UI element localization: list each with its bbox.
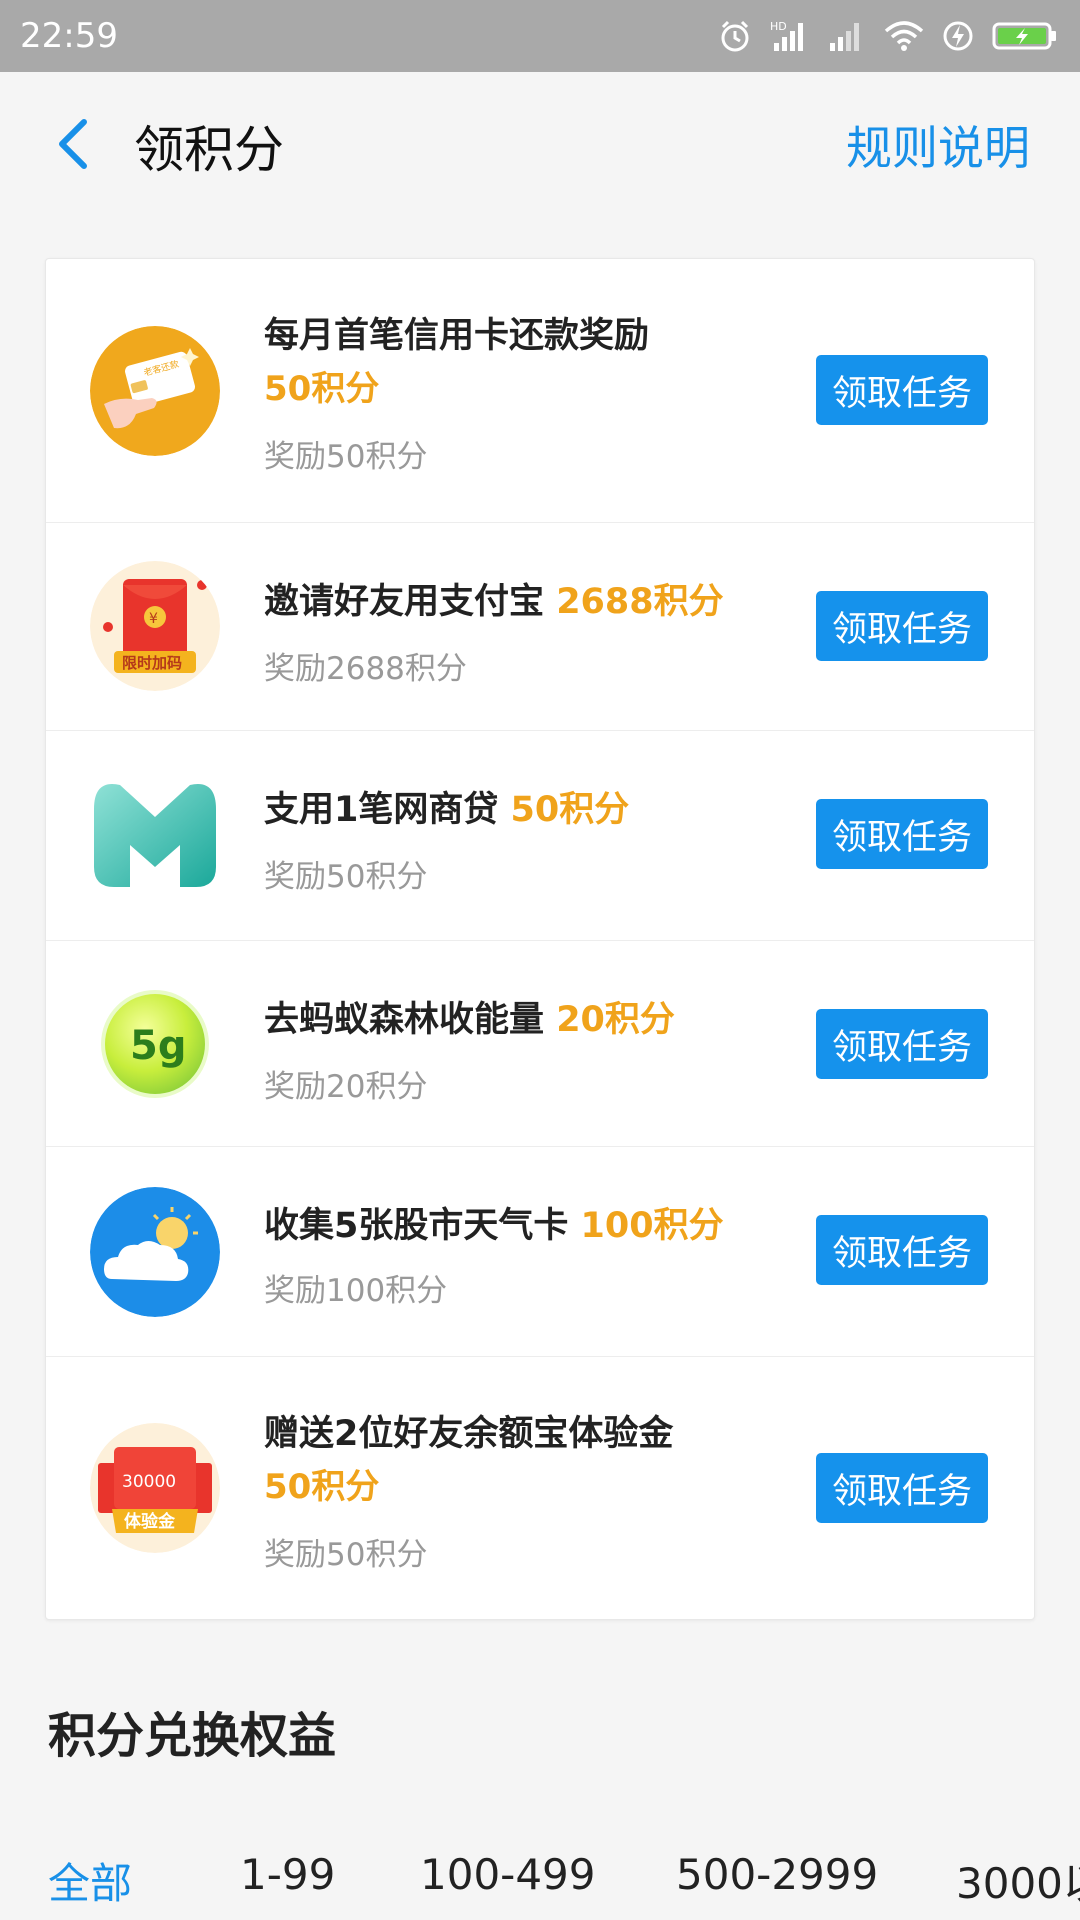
task-points: 20积分 xyxy=(556,1000,675,1040)
task-title-text: 邀请好友用支付宝 xyxy=(264,582,545,622)
credit-card-icon: 老客还款 xyxy=(90,326,220,456)
mybank-logo-icon xyxy=(90,771,220,901)
back-button[interactable] xyxy=(44,116,100,172)
task-row: ¥ 限时加码 邀请好友用支付宝 2688积分 奖励2688积分 领取任务 xyxy=(46,523,1034,731)
page-title: 领积分 xyxy=(134,121,284,179)
task-title: 去蚂蚁森林收能量 20积分 xyxy=(264,991,675,1042)
claim-task-button[interactable]: 领取任务 xyxy=(816,355,988,425)
charging-bolt-icon xyxy=(943,21,973,51)
status-bar: 22:59 HD xyxy=(0,0,1080,72)
status-time: 22:59 xyxy=(20,16,118,56)
task-points: 100积分 xyxy=(580,1206,724,1246)
tab-100-499[interactable]: 100-499 xyxy=(420,1850,596,1899)
task-title-text: 收集5张股市天气卡 xyxy=(264,1206,569,1246)
task-row: 5g 去蚂蚁森林收能量 20积分 奖励20积分 领取任务 xyxy=(46,941,1034,1147)
claim-task-button[interactable]: 领取任务 xyxy=(816,591,988,661)
claim-task-button[interactable]: 领取任务 xyxy=(816,1009,988,1079)
experience-fund-icon: 30000 体验金 xyxy=(90,1423,220,1553)
exchange-section-title: 积分兑换权益 xyxy=(48,1708,337,1764)
signal-icon xyxy=(830,23,859,51)
points-range-tabs: 全部 1-99 100-499 500-2999 3000以 xyxy=(0,1840,1080,1920)
svg-text:5g: 5g xyxy=(130,1023,186,1069)
task-reward: 奖励100积分 xyxy=(264,1273,448,1309)
task-title: 支用1笔网商贷 50积分 xyxy=(264,781,629,832)
task-row: 30000 体验金 赠送2位好友余额宝体验金 50积分 奖励50积分 领取任务 xyxy=(46,1357,1034,1619)
task-reward: 奖励2688积分 xyxy=(264,651,467,687)
task-title: 每月首笔信用卡还款奖励 xyxy=(264,316,650,356)
battery-icon xyxy=(992,22,1056,50)
svg-text:HD: HD xyxy=(770,20,787,33)
task-title: 收集5张股市天气卡 100积分 xyxy=(264,1197,724,1248)
claim-task-button[interactable]: 领取任务 xyxy=(816,1453,988,1523)
task-row: 支用1笔网商贷 50积分 奖励50积分 领取任务 xyxy=(46,731,1034,941)
task-reward: 奖励50积分 xyxy=(264,1537,428,1573)
weather-cloud-icon xyxy=(90,1187,220,1317)
task-points: 2688积分 xyxy=(556,582,724,622)
task-reward: 奖励50积分 xyxy=(264,859,428,895)
wifi-icon xyxy=(884,21,924,51)
rules-link[interactable]: 规则说明 xyxy=(846,112,1030,178)
claim-task-button[interactable]: 领取任务 xyxy=(816,1215,988,1285)
app-bar: 领积分 规则说明 xyxy=(0,72,1080,216)
svg-text:¥: ¥ xyxy=(149,611,158,627)
task-points: 50积分 xyxy=(510,790,630,830)
svg-text:限时加码: 限时加码 xyxy=(122,654,182,672)
tab-1-99[interactable]: 1-99 xyxy=(240,1850,335,1899)
red-envelope-icon: ¥ 限时加码 xyxy=(90,561,220,691)
task-title: 邀请好友用支付宝 2688积分 xyxy=(264,573,724,624)
alarm-icon xyxy=(721,20,749,52)
task-points: 50积分 xyxy=(264,1467,380,1507)
task-reward: 奖励50积分 xyxy=(264,439,428,475)
task-row: 老客还款 每月首笔信用卡还款奖励 50积分 奖励50积分 领取任务 xyxy=(46,259,1034,523)
task-reward: 奖励20积分 xyxy=(264,1069,428,1105)
task-points: 50积分 xyxy=(264,369,380,409)
task-title: 赠送2位好友余额宝体验金 xyxy=(264,1414,674,1454)
tab-500-2999[interactable]: 500-2999 xyxy=(676,1850,878,1899)
green-energy-icon: 5g xyxy=(90,979,220,1109)
chevron-left-icon xyxy=(59,119,87,169)
task-title-text: 去蚂蚁森林收能量 xyxy=(264,1000,545,1040)
svg-text:体验金: 体验金 xyxy=(124,1511,176,1532)
tab-3000-plus[interactable]: 3000以 xyxy=(956,1850,1080,1911)
task-row: 收集5张股市天气卡 100积分 奖励100积分 领取任务 xyxy=(46,1147,1034,1357)
signal-hd-icon: HD xyxy=(770,20,803,51)
claim-task-button[interactable]: 领取任务 xyxy=(816,799,988,869)
task-list: 老客还款 每月首笔信用卡还款奖励 50积分 奖励50积分 领取任务 ¥ 限时加码 xyxy=(45,258,1035,1620)
status-icons: HD xyxy=(718,19,1058,53)
tab-all[interactable]: 全部 xyxy=(48,1850,132,1911)
svg-text:30000: 30000 xyxy=(122,1472,176,1492)
task-title-text: 支用1笔网商贷 xyxy=(264,790,499,830)
